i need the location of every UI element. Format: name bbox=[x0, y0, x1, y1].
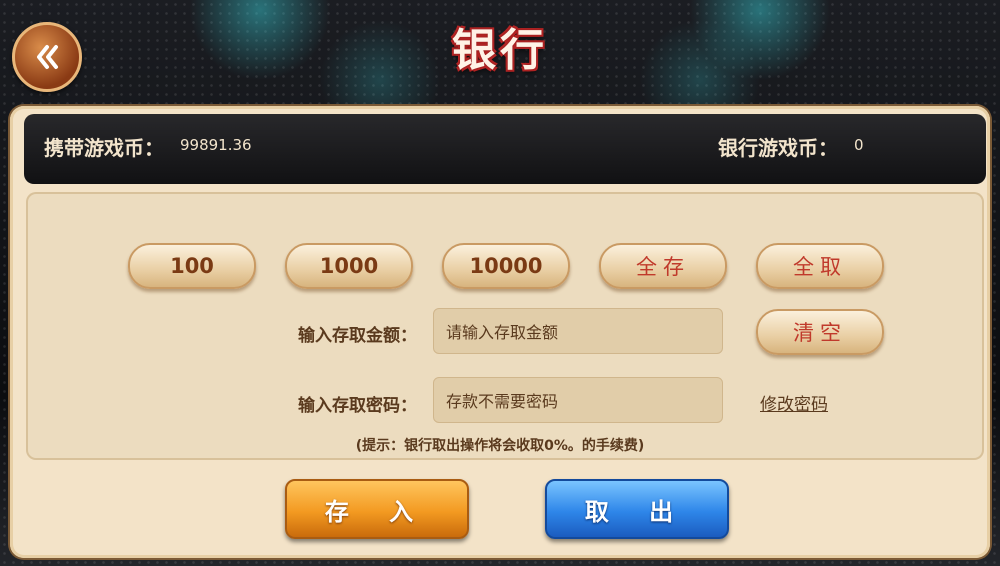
password-field-label: 输入存取密码： bbox=[298, 396, 417, 416]
deposit-button[interactable]: 存 入 bbox=[285, 479, 469, 539]
deposit-all-button[interactable]: 全存 bbox=[599, 243, 727, 289]
bank-coins-value: 0 bbox=[854, 136, 864, 154]
amount-1000-button[interactable]: 1000 bbox=[285, 243, 413, 289]
bank-coins-label: 银行游戏币： bbox=[718, 136, 838, 160]
change-password-link[interactable]: 修改密码 bbox=[760, 390, 828, 415]
page-title: 银行 bbox=[452, 25, 548, 76]
clear-button[interactable]: 清空 bbox=[756, 309, 884, 355]
amount-100-button[interactable]: 100 bbox=[128, 243, 256, 289]
carry-coins-value: 99891.36 bbox=[180, 136, 252, 154]
amount-10000-button[interactable]: 10000 bbox=[442, 243, 570, 289]
fee-hint: (提示：银行取出操作将会收取0%。的手续费) bbox=[355, 438, 645, 454]
amount-field-label: 输入存取金额： bbox=[298, 326, 417, 346]
carry-coins-label: 携带游戏币： bbox=[44, 136, 164, 160]
password-input[interactable]: 存款不需要密码 bbox=[433, 377, 723, 423]
balance-bar bbox=[24, 114, 986, 184]
withdraw-all-button[interactable]: 全取 bbox=[756, 243, 884, 289]
withdraw-button[interactable]: 取 出 bbox=[545, 479, 729, 539]
amount-input[interactable]: 请输入存取金额 bbox=[433, 308, 723, 354]
